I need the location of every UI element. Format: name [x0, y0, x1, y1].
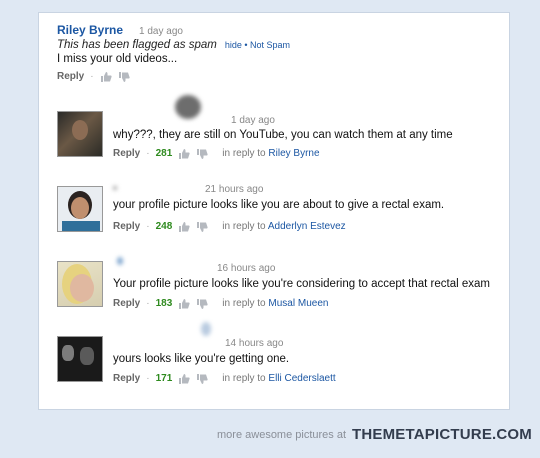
comment-actions: Reply · 248 in reply to Adderlyn Estevez: [113, 221, 346, 232]
avatar[interactable]: [57, 336, 103, 382]
thumbs-up-icon[interactable]: [100, 71, 112, 82]
separator-dot: ·: [146, 148, 150, 159]
avatar[interactable]: [57, 261, 103, 307]
in-reply-to-link[interactable]: Adderlyn Estevez: [268, 221, 346, 232]
thumbs-down-icon[interactable]: [196, 298, 208, 309]
thumbs-down-icon[interactable]: [196, 148, 208, 159]
in-reply-to-prefix: in reply to: [222, 148, 266, 159]
separator-dot: ·: [146, 221, 150, 232]
thumbs-up-icon[interactable]: [178, 373, 190, 384]
spam-flag-notice: This has been flagged as spam: [57, 39, 217, 51]
redacted-username: [201, 322, 211, 336]
in-reply-to: in reply to Riley Byrne: [222, 148, 319, 159]
thumbs-up-icon[interactable]: [178, 298, 190, 309]
comment-text: your profile picture looks like you are …: [113, 199, 445, 211]
separator-dot: ·: [146, 298, 150, 309]
footer-brand[interactable]: THEMETAPICTURE.COM: [352, 426, 532, 443]
watermark-footer: more awesome pictures at THEMETAPICTURE.…: [217, 426, 532, 443]
like-count: 281: [155, 148, 173, 159]
reply-button[interactable]: Reply: [113, 298, 140, 309]
like-count: 248: [155, 221, 173, 232]
thumbs-up-icon[interactable]: [178, 221, 190, 232]
reply-button[interactable]: Reply: [113, 148, 140, 159]
like-count: 183: [155, 298, 173, 309]
in-reply-to: in reply to Musal Mueen: [222, 298, 328, 309]
thumbs-down-icon[interactable]: [196, 373, 208, 384]
separator-dot: ·: [90, 71, 94, 82]
comment-actions: Reply · 281 in reply to Riley Byrne: [113, 148, 320, 159]
spam-flag-links[interactable]: hide • Not Spam: [225, 40, 290, 50]
avatar[interactable]: [57, 186, 103, 232]
thumbs-up-icon[interactable]: [178, 148, 190, 159]
like-count: 171: [155, 373, 173, 384]
comment-actions: Reply · 171 in reply to Elli Cederslaett: [113, 373, 336, 384]
comment-actions: Reply · 183 in reply to Musal Mueen: [113, 298, 328, 309]
comment-text: Your profile picture looks like you're c…: [113, 278, 490, 290]
comment-time: 1 day ago: [139, 26, 183, 37]
comment-text: yours looks like you're getting one.: [113, 353, 290, 365]
redacted-username: [117, 257, 123, 265]
redacted-username: [175, 95, 201, 119]
comment-author[interactable]: Riley Byrne: [57, 23, 123, 37]
separator-dot: ·: [146, 373, 150, 384]
avatar[interactable]: [57, 111, 103, 157]
thumbs-down-icon[interactable]: [118, 71, 130, 82]
redacted-username: [113, 186, 117, 190]
in-reply-to-prefix: in reply to: [222, 298, 266, 309]
in-reply-to-link[interactable]: Riley Byrne: [268, 148, 319, 159]
comment-time: 16 hours ago: [217, 263, 276, 274]
in-reply-to: in reply to Elli Cederslaett: [222, 373, 335, 384]
comment-text: I miss your old videos...: [57, 53, 178, 65]
comment-time: 14 hours ago: [225, 338, 284, 349]
in-reply-to-link[interactable]: Elli Cederslaett: [268, 373, 335, 384]
in-reply-to-link[interactable]: Musal Mueen: [268, 298, 328, 309]
reply-button[interactable]: Reply: [113, 373, 140, 384]
comment-actions: Reply ·: [57, 71, 130, 82]
in-reply-to-prefix: in reply to: [222, 221, 266, 232]
comment-time: 1 day ago: [231, 115, 275, 126]
in-reply-to-prefix: in reply to: [222, 373, 266, 384]
reply-button[interactable]: Reply: [113, 221, 140, 232]
footer-text: more awesome pictures at: [217, 428, 347, 441]
comment-text: why???, they are still on YouTube, you c…: [113, 129, 453, 141]
thumbs-down-icon[interactable]: [196, 221, 208, 232]
in-reply-to: in reply to Adderlyn Estevez: [222, 221, 345, 232]
reply-button[interactable]: Reply: [57, 71, 84, 82]
comment-time: 21 hours ago: [205, 184, 264, 195]
comment-panel: Riley Byrne 1 day ago This has been flag…: [38, 12, 510, 410]
